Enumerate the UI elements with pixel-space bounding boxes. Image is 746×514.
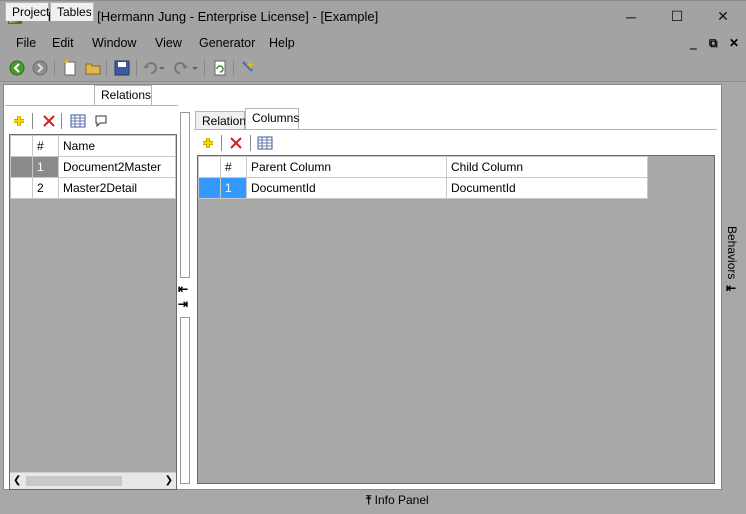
redo-icon[interactable] [172,59,190,77]
column-header-name[interactable]: Name [58,135,176,157]
info-panel-label: Info Panel [374,493,429,507]
mdi-restore-button[interactable]: ⧉ [709,36,718,51]
delete-icon[interactable] [41,113,57,129]
toolbar-separator [106,60,107,76]
delete-icon[interactable] [228,135,244,151]
behaviors-label: Behaviors [725,226,739,280]
column-header-parent-column[interactable]: Parent Column [246,156,447,178]
splitter-bar-top[interactable] [180,112,190,278]
collapse-left-icon[interactable]: ⇤ [178,282,188,296]
menu-help[interactable]: Help [269,36,295,50]
menu-edit[interactable]: Edit [52,36,74,50]
row-number[interactable]: 1 [32,156,59,178]
scroll-right-icon[interactable]: ❯ [165,475,173,486]
add-icon[interactable] [11,113,27,129]
scroll-left-icon[interactable]: ❮ [13,475,21,486]
menu-generator[interactable]: Generator [199,36,255,50]
comment-icon[interactable] [93,113,109,129]
menu-bar: File Edit Window View Generator Help ‗ ⧉… [0,32,746,54]
open-icon[interactable] [84,59,102,77]
relation-name-cell[interactable]: Document2Master [58,156,176,178]
relation-name-cell[interactable]: Master2Detail [58,177,176,199]
row-number[interactable]: 1 [220,177,247,199]
column-header-number[interactable]: # [220,156,247,178]
row-selector[interactable] [10,177,33,199]
add-icon[interactable] [200,135,216,151]
toolbar-separator [233,60,234,76]
expand-behaviors-icon[interactable]: ⇤ [726,281,736,295]
maximize-button[interactable]: ☐ [654,1,700,32]
grid-header-row: # Parent Column Child Column [198,156,648,178]
mdi-minimize-button[interactable]: ‗ [690,36,697,50]
minimize-button[interactable]: ─ [608,1,654,32]
relations-grid: # Name 1 Document2Master 2 Master2Detail… [9,134,177,490]
expand-info-panel-icon: ⤒ [366,493,372,507]
row-selector[interactable] [198,177,221,199]
toolbar-separator [61,113,62,129]
tab-relation[interactable]: Relation [195,111,246,130]
expand-right-icon[interactable]: ⇥ [178,297,188,311]
undo-dropdown-icon[interactable] [157,59,167,77]
tab-project[interactable]: Project [5,2,49,21]
child-column-cell[interactable]: DocumentId [446,177,648,199]
table-icon[interactable] [257,135,273,151]
columns-panel: # Parent Column Child Column 1 DocumentI… [194,129,717,485]
scrollbar-thumb[interactable] [26,476,122,486]
row-number[interactable]: 2 [32,177,59,199]
grid-header-row: # Name [10,135,176,157]
menu-file[interactable]: File [16,36,36,50]
toolbar-separator [136,60,137,76]
generate-icon[interactable] [240,59,258,77]
title-bar: BCF Editor [Hermann Jung - Enterprise Li… [0,0,746,32]
panel-splitter[interactable]: ⇤ ⇥ [178,112,192,484]
save-icon[interactable] [113,59,131,77]
menu-view[interactable]: View [155,36,182,50]
toolbar-separator [204,60,205,76]
columns-grid: # Parent Column Child Column 1 DocumentI… [197,155,715,484]
column-header-child-column[interactable]: Child Column [446,156,648,178]
mdi-close-button[interactable]: ✕ [729,36,739,50]
relations-toolbar [5,110,178,132]
menu-window[interactable]: Window [92,36,136,50]
row-selector[interactable] [10,156,33,178]
toolbar-separator [54,60,55,76]
splitter-bar-bottom[interactable] [180,317,190,484]
tab-columns[interactable]: Columns [245,108,299,129]
toolbar-separator [250,135,251,151]
table-row[interactable]: 1 DocumentId DocumentId [198,177,648,199]
tab-tables[interactable]: Tables [50,2,94,21]
columns-toolbar [194,132,717,154]
toolbar-separator [32,113,33,129]
info-panel-tab[interactable]: ⤒ Info Panel [366,493,429,508]
parent-column-cell[interactable]: DocumentId [246,177,447,199]
close-button[interactable]: ✕ [700,1,746,32]
new-icon[interactable] [61,59,79,77]
column-header-number[interactable]: # [32,135,59,157]
toolbar-separator [221,135,222,151]
refresh-icon[interactable] [211,59,229,77]
tab-relations[interactable]: Relations [94,85,152,106]
main-toolbar [0,54,746,82]
back-icon[interactable] [8,59,26,77]
table-row[interactable]: 1 Document2Master [10,156,176,178]
table-icon[interactable] [70,113,86,129]
row-header-corner [10,135,33,157]
behaviors-side-tab[interactable]: Behaviors ⇤ [723,226,743,296]
row-header-corner [198,156,221,178]
redo-dropdown-icon[interactable] [190,59,200,77]
forward-icon[interactable] [31,59,49,77]
relations-panel: # Name 1 Document2Master 2 Master2Detail… [5,105,178,490]
table-row[interactable]: 2 Master2Detail [10,177,176,199]
horizontal-scrollbar[interactable]: ❮ ❯ [10,472,176,489]
